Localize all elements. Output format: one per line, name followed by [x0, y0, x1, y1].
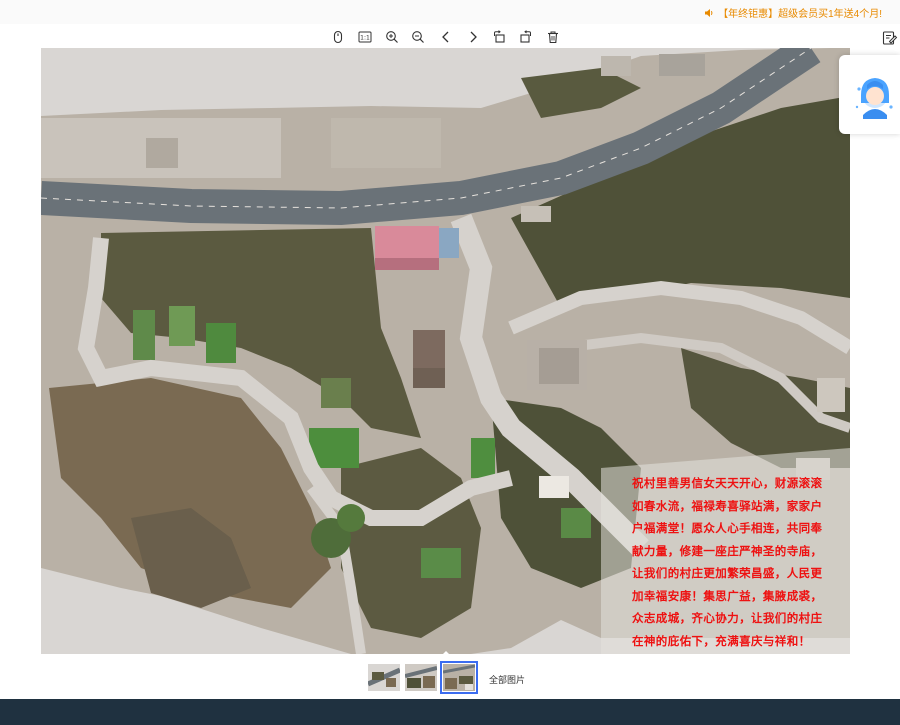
- zoom-out-button[interactable]: [409, 28, 427, 46]
- edit-note-icon[interactable]: [882, 30, 898, 46]
- thumbnail-3[interactable]: [440, 661, 478, 694]
- blessing-line: 众志成城，齐心协力，让我们的村庄: [632, 611, 823, 625]
- blessing-line: 献力量，修建一座庄严神圣的寺庙，: [632, 543, 823, 558]
- speaker-icon: [705, 9, 713, 17]
- blessing-line: 如春水流，福禄寿喜驿站满，家家户: [632, 498, 823, 513]
- trash-icon: [548, 31, 558, 44]
- one-to-one-icon: 1:1: [358, 31, 372, 43]
- thumbnail-1[interactable]: [368, 664, 400, 691]
- thumbnail-pointer: [441, 651, 451, 656]
- promo-bar[interactable]: 【年终钜惠】超级会员买1年送4个月!: [0, 0, 900, 24]
- thumbnail-3-image: [443, 664, 475, 691]
- thumbnail-1-image: [368, 664, 400, 691]
- mouse-icon: [333, 30, 343, 44]
- thumbnail-2-image: [405, 664, 437, 691]
- zoom-out-icon: [412, 31, 424, 43]
- blessing-line: 祝村里善男信女天天开心，财源滚滚: [632, 476, 823, 490]
- zoom-in-button[interactable]: [383, 28, 401, 46]
- blessing-text-overlay: 祝村里善男信女天天开心，财源滚滚 如春水流，福禄寿喜驿站满，家家户 户福满堂！愿…: [632, 472, 846, 652]
- zoom-in-icon: [386, 31, 398, 43]
- blessing-line: 加幸福安康！集思广益，集腋成裘，: [632, 588, 823, 603]
- image-toolbar: 1:1: [0, 26, 900, 48]
- thumbnail-2[interactable]: [405, 664, 437, 691]
- actual-size-label: 1:1: [360, 35, 370, 42]
- next-button[interactable]: [464, 28, 482, 46]
- delete-button[interactable]: [544, 28, 562, 46]
- footer-bar: [0, 699, 900, 725]
- rotate-left-button[interactable]: [490, 28, 508, 46]
- previous-button[interactable]: [437, 28, 455, 46]
- blessing-line: 在神的庇佑下，充满喜庆与祥和！: [632, 633, 811, 648]
- actual-size-button[interactable]: 1:1: [356, 28, 374, 46]
- rotate-right-button[interactable]: [517, 28, 535, 46]
- blessing-line: 让我们的村庄更加繁荣昌盛，人民更: [632, 566, 823, 580]
- promo-text: 【年终钜惠】超级会员买1年送4个月!: [718, 9, 882, 20]
- promo-link[interactable]: 【年终钜惠】超级会员买1年送4个月!: [704, 5, 882, 20]
- aerial-photo[interactable]: 祝村里善男信女天天开心，财源滚滚 如春水流，福禄寿喜驿站满，家家户 户福满堂！愿…: [41, 48, 850, 654]
- mouse-mode-button[interactable]: [329, 28, 347, 46]
- chevron-left-icon: [442, 31, 449, 43]
- assistant-avatar-icon: [855, 78, 893, 119]
- assistant-avatar-card[interactable]: [839, 55, 900, 134]
- all-pictures-link[interactable]: 全部图片: [489, 673, 525, 686]
- rotate-right-icon: [520, 30, 531, 43]
- rotate-left-icon: [494, 30, 505, 43]
- blessing-line: 户福满堂！愿众人心手相连，共同奉: [632, 521, 823, 535]
- chevron-right-icon: [470, 31, 477, 43]
- thumbnail-strip: 全部图片: [0, 660, 900, 696]
